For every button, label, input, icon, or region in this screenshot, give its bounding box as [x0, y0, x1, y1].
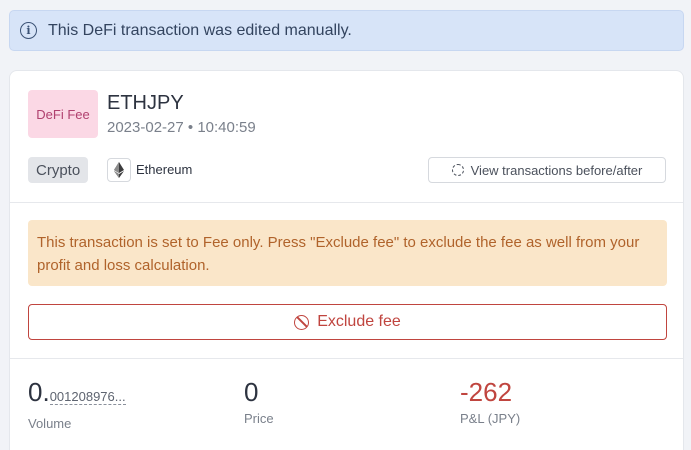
asset-type-tag: Crypto: [28, 157, 89, 183]
volume-integer: 0.: [28, 377, 50, 407]
trading-pair: ETHJPY: [107, 92, 184, 114]
ethereum-icon: [107, 158, 131, 182]
volume-stat: 0.001208976... Volume: [28, 377, 126, 431]
price-value: 0: [244, 377, 259, 407]
transaction-datetime: 2023-02-27 • 10:40:59: [107, 119, 256, 136]
pl-stat: -262 P&L (JPY): [460, 377, 520, 426]
pl-label: P&L (JPY): [460, 411, 521, 426]
exclude-fee-button[interactable]: Exclude fee: [28, 304, 667, 340]
pl-value: -262: [460, 377, 513, 407]
volume-label: Volume: [28, 416, 72, 431]
transaction-type-badge: DeFi Fee: [28, 90, 98, 138]
price-label: Price: [244, 411, 274, 426]
ban-icon: [294, 314, 310, 330]
volume-value: 0.001208976...: [28, 377, 126, 412]
divider: [10, 358, 683, 359]
chain-label: Ethereum: [136, 162, 193, 177]
volume-decimals[interactable]: 001208976...: [49, 389, 126, 405]
view-transactions-button[interactable]: View transactions before/after: [428, 157, 666, 183]
view-transactions-label: View transactions before/after: [470, 162, 643, 178]
divider: [10, 202, 683, 203]
banner-text: This DeFi transaction was edited manuall…: [48, 21, 352, 39]
exclude-fee-label: Exclude fee: [317, 313, 401, 330]
info-icon: i: [20, 22, 37, 39]
transaction-card: DeFi Fee ETHJPY 2023-02-27 • 10:40:59 Cr…: [9, 70, 684, 450]
fee-only-warning: This transaction is set to Fee only. Pre…: [28, 220, 667, 286]
history-icon: [451, 164, 464, 176]
price-stat: 0 Price: [244, 377, 274, 426]
info-banner: i This DeFi transaction was edited manua…: [9, 10, 684, 51]
